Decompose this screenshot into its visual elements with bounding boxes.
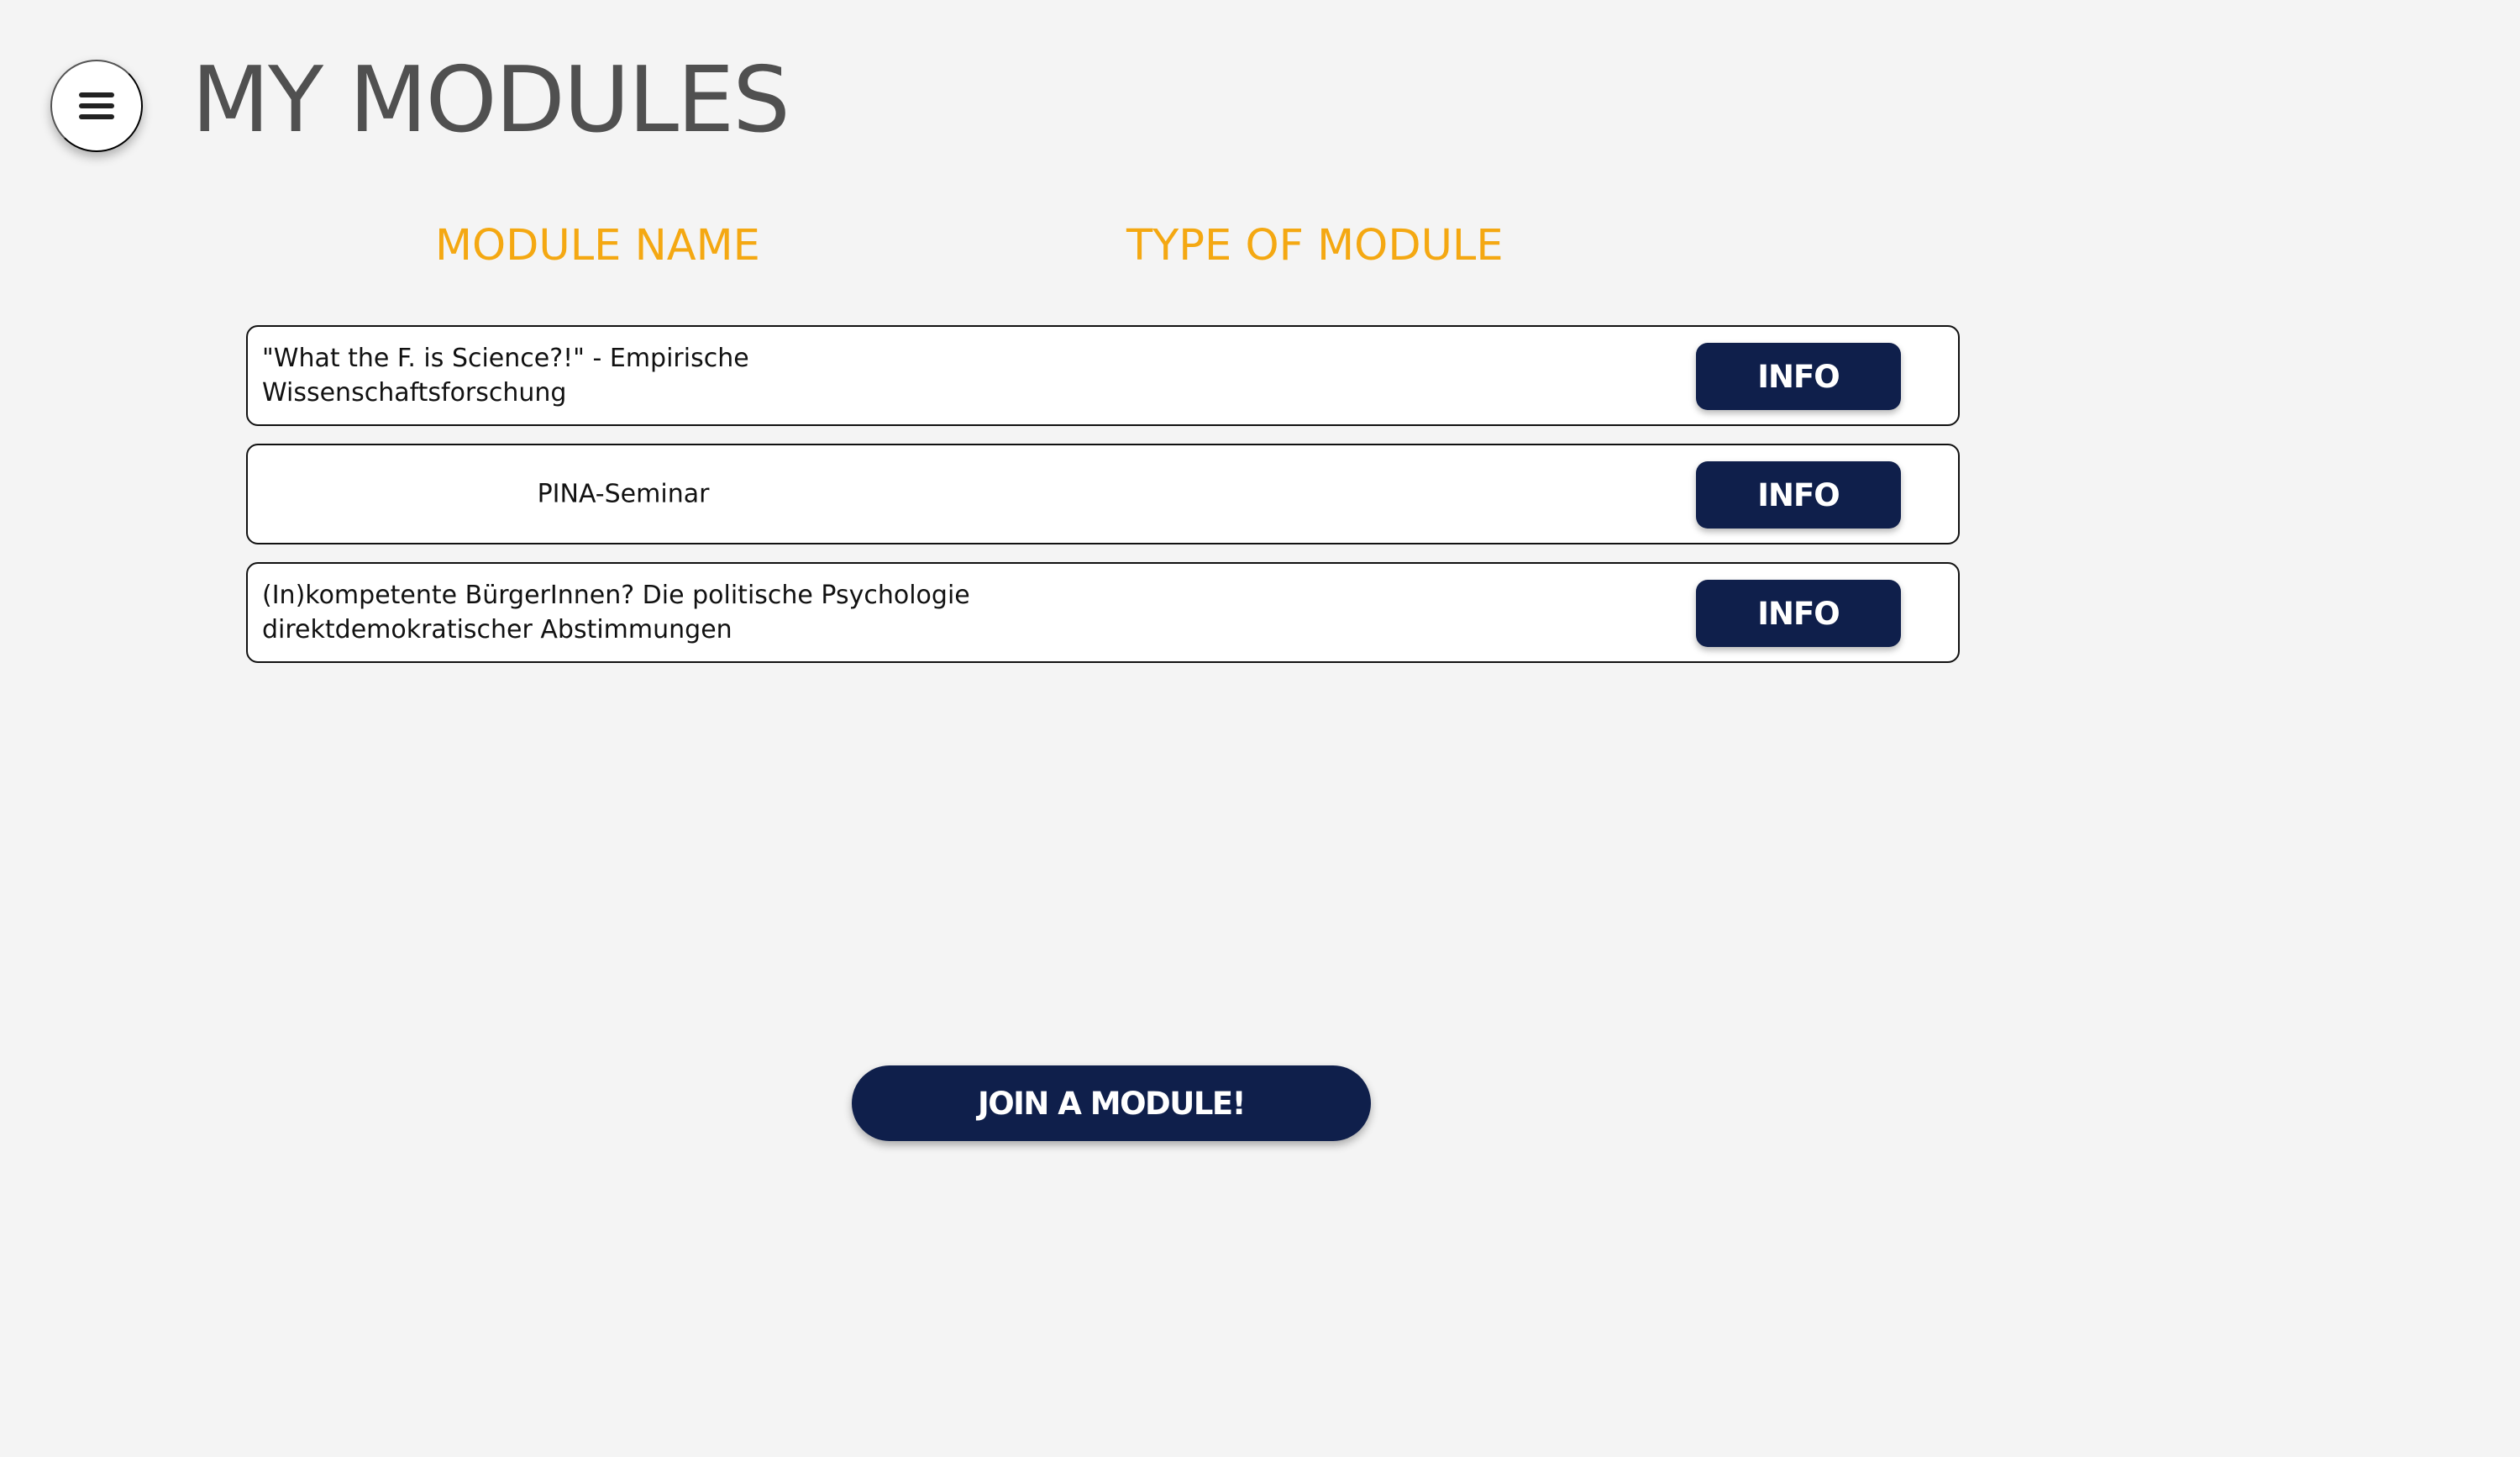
info-button[interactable]: INFO [1696,461,1901,529]
column-header-type-of-module: TYPE OF MODULE [1126,221,1504,271]
hamburger-menu-icon [79,92,114,119]
info-button[interactable]: INFO [1696,580,1901,647]
module-row: (In)kompetente BürgerInnen? Die politisc… [246,562,1960,663]
menu-button[interactable] [50,60,143,152]
module-name: "What the F. is Science?!" - Empirische … [262,344,749,408]
module-row: "What the F. is Science?!" - Empirische … [246,325,1960,426]
column-header-module-name: MODULE NAME [435,221,760,271]
module-name: PINA-Seminar [537,479,710,509]
module-list: "What the F. is Science?!" - Empirische … [246,325,1960,681]
join-module-button[interactable]: JOIN A MODULE! [852,1065,1371,1141]
page-title: MY MODULES [192,48,790,153]
module-name: (In)kompetente BürgerInnen? Die politisc… [262,581,970,644]
info-button[interactable]: INFO [1696,343,1901,410]
module-row: PINA-Seminar INFO [246,444,1960,544]
